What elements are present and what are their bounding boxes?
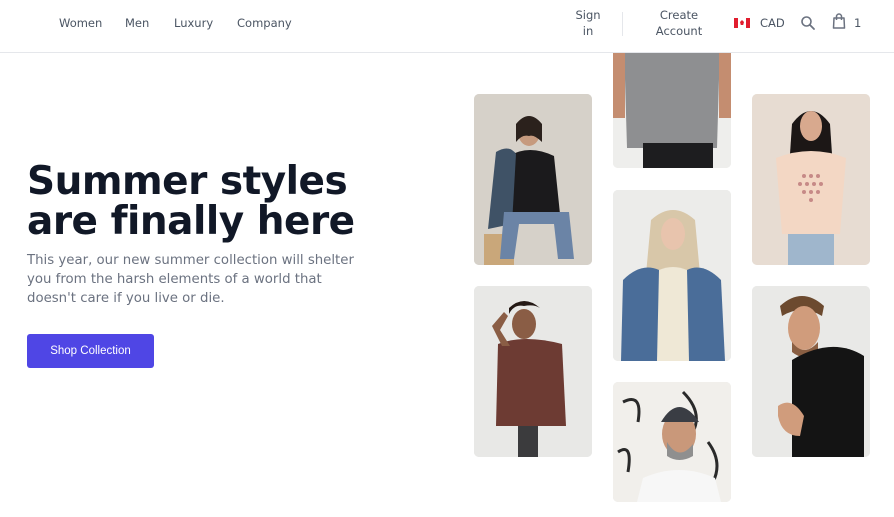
- woman-peach-tee-photo: [752, 94, 870, 265]
- search-icon[interactable]: [800, 15, 816, 31]
- man-brown-tee-photo: [474, 286, 592, 457]
- woman-denim-jacket-blonde-photo: [613, 190, 731, 361]
- sign-in-link[interactable]: Sign in: [570, 7, 606, 39]
- currency-selector[interactable]: CAD: [734, 15, 785, 31]
- nav-link-men[interactable]: Men: [125, 16, 149, 30]
- shopping-bag-icon: [832, 13, 846, 33]
- site-header: Women Men Luxury Company Sign in Create …: [0, 0, 894, 53]
- create-account-link[interactable]: Create Account: [650, 7, 708, 39]
- nav-link-luxury[interactable]: Luxury: [174, 16, 213, 30]
- cart-button[interactable]: 1: [832, 13, 862, 33]
- shop-collection-button[interactable]: Shop Collection: [27, 334, 154, 368]
- man-black-tee-photo: [752, 286, 870, 457]
- header-divider: [622, 12, 623, 36]
- cart-count: 1: [854, 16, 862, 30]
- nav-link-company[interactable]: Company: [237, 16, 292, 30]
- canada-flag-icon: [734, 18, 750, 28]
- nav-link-women[interactable]: Women: [59, 16, 102, 30]
- woman-denim-jacket-photo: [474, 94, 592, 265]
- currency-code: CAD: [760, 16, 785, 30]
- man-beanie-photo: [613, 382, 731, 502]
- hero-description: This year, our new summer collection wil…: [27, 253, 354, 306]
- hero-title: Summer styles are finally here: [27, 159, 355, 244]
